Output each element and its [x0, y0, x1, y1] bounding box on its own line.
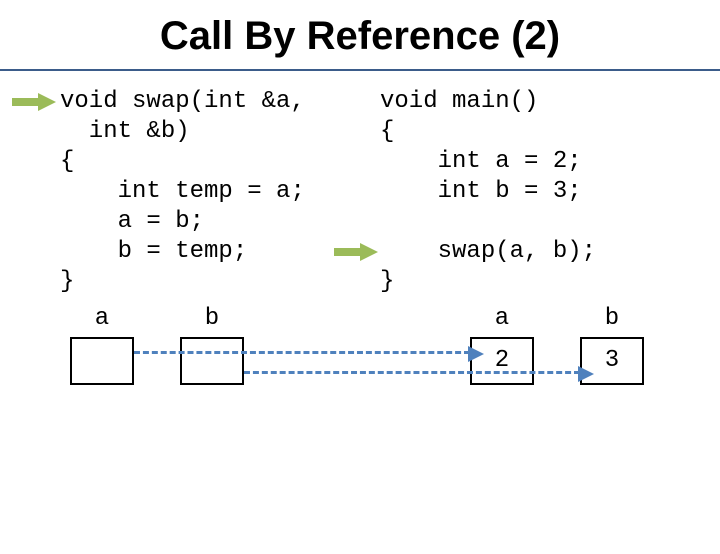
right-column: void main() { int a = 2; int b = 3; swap… — [360, 87, 720, 297]
code-columns: void swap(int &a, int &b) { int temp = a… — [0, 87, 720, 297]
memory-diagram: a b a b 2 3 — [0, 305, 720, 465]
var-label-right-b: b — [580, 305, 644, 332]
current-line-arrow-right — [334, 243, 378, 261]
var-box-left-b — [180, 337, 244, 385]
reference-arrow-a — [134, 351, 470, 354]
left-column: void swap(int &a, int &b) { int temp = a… — [0, 87, 360, 297]
code-block-main: void main() { int a = 2; int b = 3; swap… — [380, 87, 720, 297]
code-block-swap: void swap(int &a, int &b) { int temp = a… — [60, 87, 360, 297]
current-line-arrow-left — [12, 93, 56, 111]
slide-title: Call By Reference (2) — [0, 14, 720, 59]
var-label-left-b: b — [180, 305, 244, 332]
var-label-right-a: a — [470, 305, 534, 332]
horizontal-rule — [0, 69, 720, 71]
var-box-left-a — [70, 337, 134, 385]
reference-arrow-b — [244, 371, 580, 374]
var-label-left-a: a — [70, 305, 134, 332]
